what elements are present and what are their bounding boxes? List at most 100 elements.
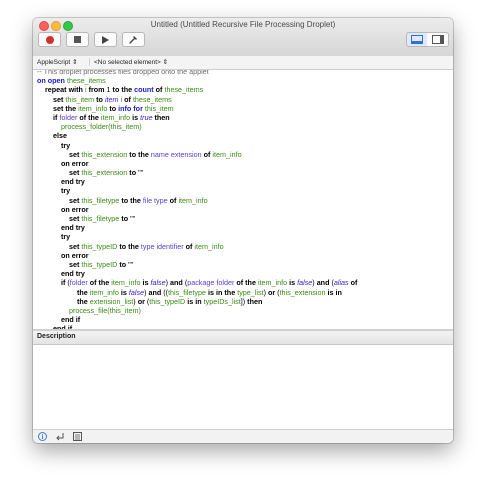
code-token: the <box>76 296 88 306</box>
code-token: "" <box>126 259 134 269</box>
language-label: AppleScript <box>37 59 71 66</box>
code-token: this_filetype <box>81 195 120 205</box>
code-token: or <box>137 296 145 306</box>
code-line: set this_typeID to the type identifier o… <box>37 242 357 251</box>
code-line: end if <box>37 315 357 324</box>
code-line: try <box>37 141 357 150</box>
navigation-bar: AppleScript ⇕ <No selected element> ⇕ <box>33 56 453 70</box>
code-token: these_items <box>164 85 204 95</box>
code-token: set <box>68 168 80 178</box>
code-token: these_items <box>132 94 172 104</box>
title-bar: Untitled (Untitled Recursive File Proces… <box>33 18 453 57</box>
code-token: process_file(this_item) <box>68 305 141 315</box>
code-token: try <box>60 232 71 242</box>
code-token: set the <box>52 103 77 113</box>
code-token: of <box>350 278 358 288</box>
run-button[interactable] <box>94 32 117 47</box>
editor-view-icon <box>411 35 423 44</box>
code-line: set this_filetype to "" <box>37 214 357 223</box>
hammer-icon <box>129 36 137 44</box>
code-token: and <box>316 278 330 288</box>
code-token: this_typeID <box>81 241 118 251</box>
code-line: set this_typeID to "" <box>37 260 357 269</box>
code-token: from <box>88 85 105 95</box>
code-line: try <box>37 186 357 195</box>
code-token: is in <box>327 287 342 297</box>
code-token: try <box>60 140 71 150</box>
description-header: Description <box>33 331 453 345</box>
code-token: set <box>68 241 80 251</box>
code-token: -- This droplet processes files dropped … <box>37 70 209 76</box>
record-button[interactable] <box>38 32 61 47</box>
code-token: item_info <box>89 287 119 297</box>
script-editor[interactable]: -- This droplet processes files dropped … <box>33 70 453 329</box>
code-token: item_info <box>212 149 242 159</box>
code-token: true <box>140 112 153 122</box>
code-token: item <box>104 94 119 104</box>
stop-button[interactable] <box>66 32 89 47</box>
description-area[interactable] <box>33 345 453 429</box>
code-token: info for <box>118 103 143 113</box>
code-line: set this_item to item i of these_items <box>37 95 357 104</box>
code-token: set <box>52 94 64 104</box>
code-token: the <box>76 287 88 297</box>
code-token: is in <box>187 296 202 306</box>
window-title: Untitled (Untitled Recursive File Proces… <box>150 20 336 29</box>
element-popup[interactable]: <No selected element> ⇕ <box>89 58 168 66</box>
code-token: end try <box>60 177 85 187</box>
code-token: to <box>96 94 103 104</box>
code-line: process_folder(this_item) <box>37 122 357 131</box>
record-icon <box>45 35 54 44</box>
reply-icon[interactable] <box>55 432 65 443</box>
code-token: set <box>68 214 80 223</box>
element-label: <No selected element> <box>94 59 161 66</box>
sidebar-view-button[interactable] <box>427 32 449 47</box>
log-icon[interactable] <box>73 432 82 443</box>
code-token: then <box>154 112 170 122</box>
code-line: repeat with i from 1 to the count of the… <box>37 85 357 94</box>
description-label: Description <box>37 333 76 340</box>
code-token: of the <box>89 278 110 288</box>
language-popup[interactable]: AppleScript ⇕ <box>37 58 78 66</box>
code-token: item_info <box>78 103 108 113</box>
code-line: on error <box>37 159 357 168</box>
code-token: on error <box>60 250 89 260</box>
code-token: type_list <box>237 287 264 297</box>
code-token: set <box>68 195 80 205</box>
code-token: on error <box>60 204 89 214</box>
code-line: on error <box>37 205 357 214</box>
editor-view-button[interactable] <box>406 32 428 47</box>
code-token: else <box>52 131 67 141</box>
code-token: this_typeID <box>149 296 186 306</box>
code-token: then <box>247 296 263 306</box>
code-token: folder <box>69 278 88 288</box>
code-token: on open <box>37 76 65 86</box>
code-token: and <box>148 287 162 297</box>
code-token: name extension <box>150 149 202 159</box>
code-line: set this_extension to the name extension… <box>37 150 357 159</box>
code-token: and <box>170 278 183 288</box>
code-line: the item_info is false) and ((this_filet… <box>37 288 357 297</box>
compile-button[interactable] <box>122 32 145 47</box>
code-token: false <box>150 278 166 288</box>
info-icon[interactable]: i <box>38 432 47 441</box>
code-token: item_info <box>257 278 288 288</box>
code-token: this_extension <box>81 149 128 159</box>
